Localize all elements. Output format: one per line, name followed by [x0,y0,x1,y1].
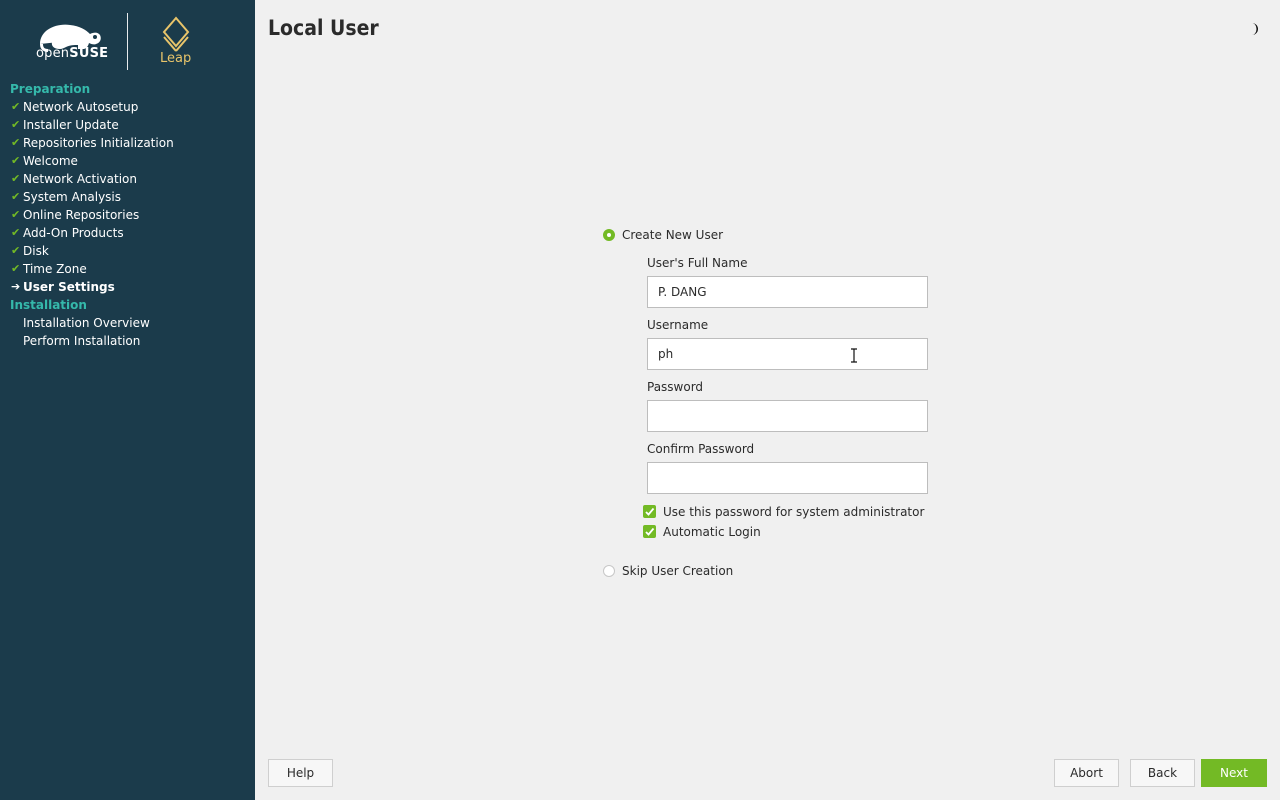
step-installer-update: ✔ Installer Update [11,118,119,132]
abort-button[interactable]: Abort [1054,759,1119,787]
automatic-login-checkbox[interactable] [643,525,656,538]
section-title-installation: Installation [10,298,87,312]
main-content: Local User Create New User User's Full N… [255,0,1280,800]
skip-user-creation-label[interactable]: Skip User Creation [622,564,733,578]
leap-wordmark: Leap [160,51,192,66]
step-disk: ✔ Disk [11,244,49,258]
section-title-preparation: Preparation [10,82,91,96]
opensuse-wordmark: openSUSE [36,46,109,61]
use-for-admin-label[interactable]: Use this password for system administrat… [663,505,924,519]
password-label: Password [647,380,704,394]
check-icon: ✔ [11,118,21,131]
password-input[interactable] [647,400,928,432]
arrow-right-icon: ➔ [11,280,21,293]
step-repositories-initialization: ✔ Repositories Initialization [11,136,174,150]
sidebar: openSUSE Leap Preparation ✔ Network Autos… [0,0,255,800]
step-time-zone: ✔ Time Zone [11,262,87,276]
page-title: Local User [268,16,379,40]
back-button[interactable]: Back [1130,759,1195,787]
full-name-input[interactable]: P. DANG [647,276,928,308]
step-welcome: ✔ Welcome [11,154,78,168]
create-new-user-label[interactable]: Create New User [622,228,723,242]
check-icon: ✔ [11,190,21,203]
help-button[interactable]: Help [268,759,333,787]
check-icon: ✔ [11,172,21,185]
step-add-on-products: ✔ Add-On Products [11,226,124,240]
checkmark-icon [645,507,655,516]
check-icon: ✔ [11,208,21,221]
step-installation-overview: Installation Overview [23,316,150,330]
checkmark-icon [645,527,655,536]
use-for-admin-checkbox[interactable] [643,505,656,518]
confirm-password-input[interactable] [647,462,928,494]
theme-toggle-icon[interactable] [1247,22,1261,36]
confirm-password-label: Confirm Password [647,442,755,456]
full-name-label: User's Full Name [647,256,748,270]
step-online-repositories: ✔ Online Repositories [11,208,140,222]
check-icon: ✔ [11,100,21,113]
text-cursor-icon [851,348,857,363]
automatic-login-label[interactable]: Automatic Login [663,525,761,539]
check-icon: ✔ [11,226,21,239]
username-label: Username [647,318,709,332]
check-icon: ✔ [11,136,21,149]
create-new-user-radio[interactable] [603,229,615,241]
logo-divider [127,13,128,70]
username-input[interactable]: ph [647,338,928,370]
leap-diamond-icon [162,16,190,52]
step-perform-installation: Perform Installation [23,334,141,348]
logo-area: openSUSE Leap [0,0,255,80]
skip-user-creation-radio[interactable] [603,565,615,577]
step-user-settings: ➔ User Settings [11,280,115,294]
step-network-activation: ✔ Network Activation [11,172,137,186]
next-button[interactable]: Next [1201,759,1267,787]
check-icon: ✔ [11,262,21,275]
step-network-autosetup: ✔ Network Autosetup [11,100,139,114]
check-icon: ✔ [11,244,21,257]
step-system-analysis: ✔ System Analysis [11,190,122,204]
check-icon: ✔ [11,154,21,167]
